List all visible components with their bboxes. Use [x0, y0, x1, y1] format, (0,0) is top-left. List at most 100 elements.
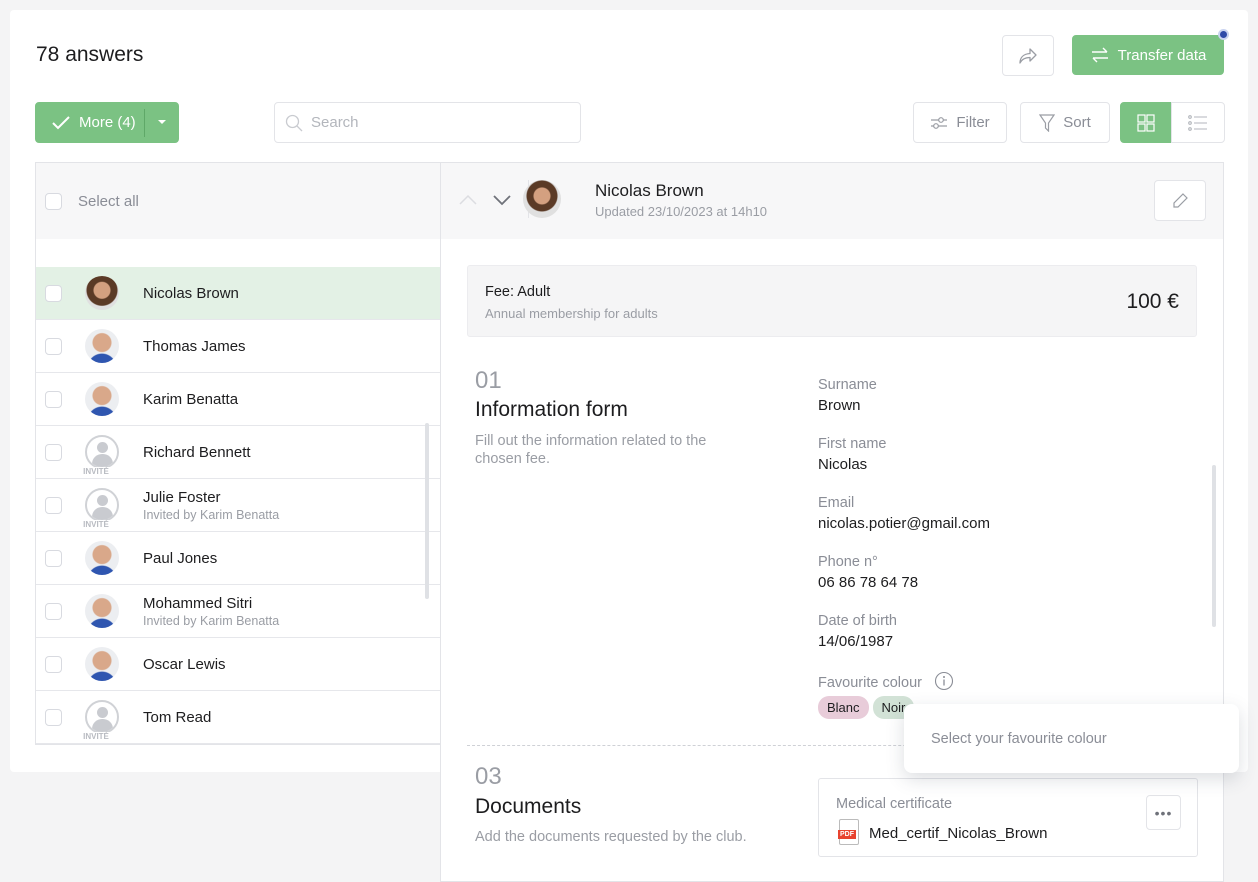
page-title: 78 answers — [36, 43, 144, 66]
row-checkbox[interactable] — [45, 602, 62, 620]
respondent-name: Julie Foster — [143, 488, 221, 506]
funnel-icon — [1039, 113, 1056, 132]
respondent-name: Tom Read — [143, 708, 212, 726]
sort-label: Sort — [1063, 114, 1091, 131]
field-label: Date of birth — [818, 613, 897, 629]
field-value: Brown — [818, 397, 861, 414]
invited-by: Invited by Karim Benatta — [143, 613, 280, 628]
previous-chevron-icon[interactable] — [458, 193, 478, 207]
tooltip-text: Select your favourite colour — [931, 730, 1107, 747]
info-icon[interactable] — [934, 671, 954, 691]
list-item[interactable]: INVITÉ Richard Bennett — [36, 426, 441, 479]
section-title: Documents — [475, 795, 582, 818]
list-item[interactable]: Mohammed Sitri Invited by Karim Benatta — [36, 585, 441, 638]
row-checkbox[interactable] — [45, 496, 62, 514]
row-checkbox[interactable] — [45, 708, 62, 726]
document-card: Medical certificate PDF Med_certif_Nicol… — [818, 778, 1198, 857]
select-all-row[interactable]: Select all — [36, 163, 441, 239]
more-label: More (4) — [79, 114, 136, 131]
field-value: 06 86 78 64 78 — [818, 574, 919, 591]
fee-title: Fee: Adult — [485, 284, 551, 300]
row-checkbox[interactable] — [45, 337, 62, 355]
sort-button[interactable]: Sort — [1020, 102, 1110, 143]
pdf-file-icon: PDF — [838, 819, 859, 845]
answers-list: Select all Nicolas Brown Thomas James Kari… — [35, 162, 441, 745]
filter-label: Filter — [956, 114, 990, 131]
invited-by: Invited by Karim Benatta — [143, 507, 280, 522]
list-item[interactable]: Nicolas Brown — [36, 267, 441, 320]
document-label: Medical certificate — [836, 796, 953, 812]
avatar — [85, 382, 119, 416]
select-all-label: Select all — [78, 192, 139, 210]
list-icon — [1188, 114, 1207, 131]
dropdown-caret-icon[interactable] — [158, 120, 166, 124]
ellipsis-icon: ••• — [1154, 804, 1173, 821]
form-fields: Surname Brown First name Nicolas Email nicola… — [818, 377, 1158, 672]
field-value: Nicolas — [818, 456, 868, 473]
more-button[interactable]: More (4) — [35, 102, 179, 143]
row-checkbox[interactable] — [45, 443, 62, 461]
list-item[interactable]: Paul Jones — [36, 532, 441, 585]
section-number: 01 — [475, 367, 502, 394]
detail-scrollbar[interactable] — [1212, 465, 1216, 627]
updated-timestamp: Updated 23/10/2023 at 14h10 — [595, 204, 768, 219]
invite-badge: INVITÉ — [78, 732, 114, 741]
form-field: Phone n° 06 86 78 64 78 — [818, 554, 1158, 613]
row-checkbox[interactable] — [45, 655, 62, 673]
avatar — [85, 488, 119, 522]
invite-badge: INVITÉ — [78, 520, 114, 529]
chip-blanc: Blanc — [818, 696, 869, 719]
more-options-button[interactable]: ••• — [1146, 795, 1181, 830]
field-value: 14/06/1987 — [818, 633, 894, 650]
select-all-checkbox[interactable] — [45, 192, 62, 210]
check-icon — [52, 115, 70, 129]
list-item[interactable]: Karim Benatta — [36, 373, 441, 426]
avatar — [85, 276, 119, 310]
form-field: Surname Brown — [818, 377, 1158, 436]
row-checkbox[interactable] — [45, 549, 62, 567]
field-value: nicolas.potier@gmail.com — [818, 515, 990, 532]
divider — [144, 109, 145, 137]
transfer-icon — [1091, 47, 1108, 63]
avatar — [85, 329, 119, 363]
respondent-name: Richard Bennett — [143, 443, 251, 461]
row-checkbox[interactable] — [45, 284, 62, 302]
list-view-toggle[interactable] — [1171, 102, 1225, 143]
filter-button[interactable]: Filter — [913, 102, 1007, 143]
grid-icon — [1137, 113, 1155, 132]
list-scrollbar[interactable] — [425, 423, 429, 599]
file-name-link[interactable]: Med_certif_Nicolas_Brown — [869, 825, 1047, 842]
fee-price: 100 € — [1126, 290, 1179, 313]
transfer-data-button[interactable]: Transfer data — [1072, 35, 1224, 75]
invite-badge: INVITÉ — [78, 467, 114, 476]
avatar — [523, 180, 561, 218]
row-checkbox[interactable] — [45, 390, 62, 408]
form-field: First name Nicolas — [818, 436, 1158, 495]
form-field: Date of birth 14/06/1987 — [818, 613, 1158, 672]
respondent-name: Karim Benatta — [143, 390, 239, 408]
list-item[interactable]: INVITÉ Julie Foster Invited by Karim Benat… — [36, 479, 441, 532]
next-chevron-icon[interactable] — [492, 193, 512, 207]
section-number: 03 — [475, 763, 502, 790]
respondent-name: Nicolas Brown — [143, 284, 239, 302]
share-button[interactable] — [1002, 35, 1054, 76]
pencil-icon — [1173, 192, 1188, 208]
list-item[interactable]: Thomas James — [36, 320, 441, 373]
transfer-label: Transfer data — [1117, 46, 1207, 64]
notification-dot — [1218, 29, 1229, 40]
avatar — [85, 647, 119, 681]
respondent-name: Paul Jones — [143, 549, 218, 567]
grid-view-toggle[interactable] — [1120, 102, 1172, 143]
fee-box: Fee: Adult Annual membership for adults … — [467, 265, 1197, 337]
avatar — [85, 700, 119, 734]
filter-sliders-icon — [931, 116, 948, 129]
field-label: First name — [818, 436, 887, 452]
search-input[interactable]: Search — [274, 102, 581, 143]
field-label: Phone n° — [818, 554, 878, 570]
list-item[interactable]: Oscar Lewis — [36, 638, 441, 691]
edit-button[interactable] — [1154, 180, 1206, 221]
detail-name: Nicolas Brown — [595, 181, 704, 200]
respondent-name: Oscar Lewis — [143, 655, 226, 673]
list-item[interactable]: INVITÉ Tom Read — [36, 691, 441, 744]
avatar — [85, 435, 119, 469]
